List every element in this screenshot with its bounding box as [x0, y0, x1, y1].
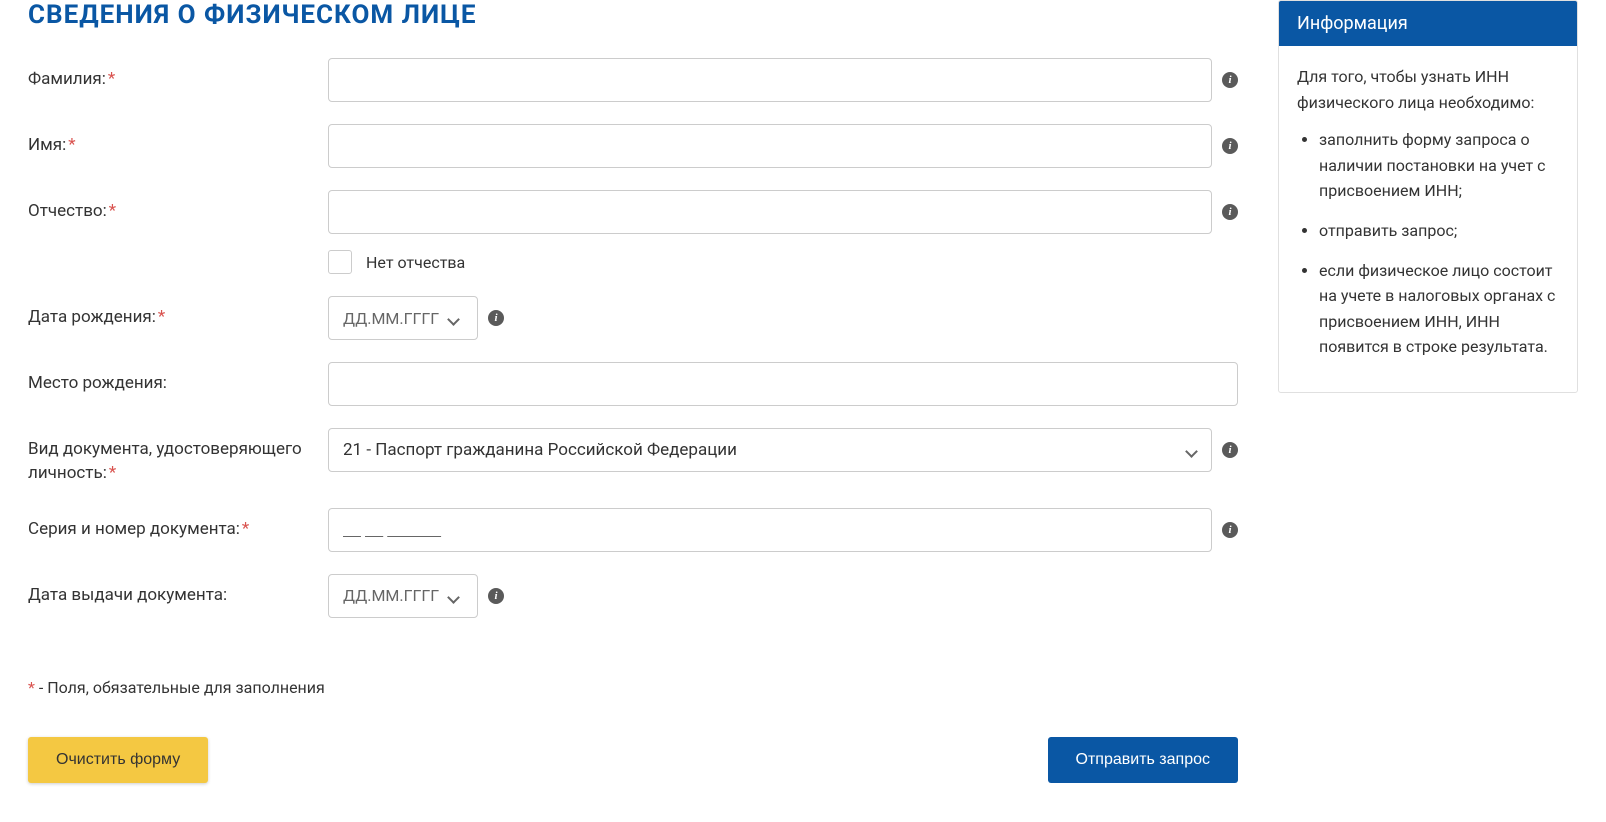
required-star: *	[109, 463, 116, 483]
button-row: Очистить форму Отправить запрос	[28, 737, 1238, 783]
name-label-text: Имя:	[28, 135, 66, 155]
surname-label: Фамилия:*	[28, 58, 328, 92]
submit-button[interactable]: Отправить запрос	[1048, 737, 1238, 783]
pob-label-text: Место рождения:	[28, 373, 167, 393]
required-star: *	[68, 135, 75, 155]
clear-button[interactable]: Очистить форму	[28, 737, 208, 783]
surname-input[interactable]	[328, 58, 1212, 102]
chevron-down-icon	[449, 591, 459, 601]
info-icon[interactable]: i	[1222, 442, 1238, 458]
doc-type-select[interactable]: 21 - Паспорт гражданина Российской Федер…	[328, 428, 1212, 472]
required-note-text: - Поля, обязательные для заполнения	[35, 678, 325, 697]
dob-placeholder: ДД.ММ.ГГГГ	[343, 309, 439, 328]
page-title: СВЕДЕНИЯ О ФИЗИЧЕСКОМ ЛИЦЕ	[28, 0, 1238, 30]
field-surname: Фамилия:* i	[28, 58, 1238, 102]
patronymic-input[interactable]	[328, 190, 1212, 234]
name-input[interactable]	[328, 124, 1212, 168]
field-name: Имя:* i	[28, 124, 1238, 168]
info-list-item: если физическое лицо состоит на учете в …	[1319, 258, 1559, 360]
doc-number-label: Серия и номер документа:*	[28, 508, 328, 542]
info-icon[interactable]: i	[1222, 138, 1238, 154]
pob-label: Место рождения:	[28, 362, 328, 396]
doc-number-label-text: Серия и номер документа:	[28, 519, 240, 539]
required-star: *	[109, 201, 116, 221]
doc-type-value: 21 - Паспорт гражданина Российской Федер…	[343, 440, 737, 460]
chevron-down-icon	[1187, 445, 1197, 455]
dob-label: Дата рождения:*	[28, 296, 328, 330]
info-list-item: отправить запрос;	[1319, 218, 1559, 244]
info-icon[interactable]: i	[1222, 522, 1238, 538]
dob-datepicker[interactable]: ДД.ММ.ГГГГ	[328, 296, 478, 340]
info-icon[interactable]: i	[488, 310, 504, 326]
info-icon[interactable]: i	[488, 588, 504, 604]
no-patronymic-row: Нет отчества	[328, 250, 1238, 274]
doc-date-placeholder: ДД.ММ.ГГГГ	[343, 586, 439, 605]
no-patronymic-label: Нет отчества	[366, 253, 465, 272]
field-doc-date: Дата выдачи документа: ДД.ММ.ГГГГ i	[28, 574, 1238, 618]
dob-label-text: Дата рождения:	[28, 307, 156, 327]
info-icon[interactable]: i	[1222, 204, 1238, 220]
info-list: заполнить форму запроса о наличии постан…	[1297, 127, 1559, 360]
required-note-star: *	[28, 678, 35, 697]
info-panel: Информация Для того, чтобы узнать ИНН фи…	[1278, 0, 1578, 393]
surname-label-text: Фамилия:	[28, 69, 106, 89]
doc-type-label: Вид документа, удостоверяющего личность:…	[28, 428, 328, 486]
field-doc-number: Серия и номер документа:* i	[28, 508, 1238, 552]
field-patronymic: Отчество:* i	[28, 190, 1238, 234]
doc-date-label-text: Дата выдачи документа:	[28, 585, 227, 605]
patronymic-label: Отчество:*	[28, 190, 328, 224]
info-icon[interactable]: i	[1222, 72, 1238, 88]
name-label: Имя:*	[28, 124, 328, 158]
info-panel-body: Для того, чтобы узнать ИНН физического л…	[1279, 46, 1577, 392]
doc-type-label-text: Вид документа, удостоверяющего личность:	[28, 439, 302, 483]
field-dob: Дата рождения:* ДД.ММ.ГГГГ i	[28, 296, 1238, 340]
field-doc-type: Вид документа, удостоверяющего личность:…	[28, 428, 1238, 486]
doc-number-input[interactable]	[328, 508, 1212, 552]
doc-date-datepicker[interactable]: ДД.ММ.ГГГГ	[328, 574, 478, 618]
required-star: *	[108, 69, 115, 89]
no-patronymic-checkbox[interactable]	[328, 250, 352, 274]
required-note: * - Поля, обязательные для заполнения	[28, 678, 1238, 697]
pob-input[interactable]	[328, 362, 1238, 406]
required-star: *	[158, 307, 165, 327]
info-intro: Для того, чтобы узнать ИНН физического л…	[1297, 64, 1559, 115]
field-pob: Место рождения:	[28, 362, 1238, 406]
info-list-item: заполнить форму запроса о наличии постан…	[1319, 127, 1559, 204]
chevron-down-icon	[449, 313, 459, 323]
patronymic-label-text: Отчество:	[28, 201, 107, 221]
info-panel-title: Информация	[1279, 1, 1577, 46]
required-star: *	[242, 519, 249, 539]
doc-date-label: Дата выдачи документа:	[28, 574, 328, 608]
